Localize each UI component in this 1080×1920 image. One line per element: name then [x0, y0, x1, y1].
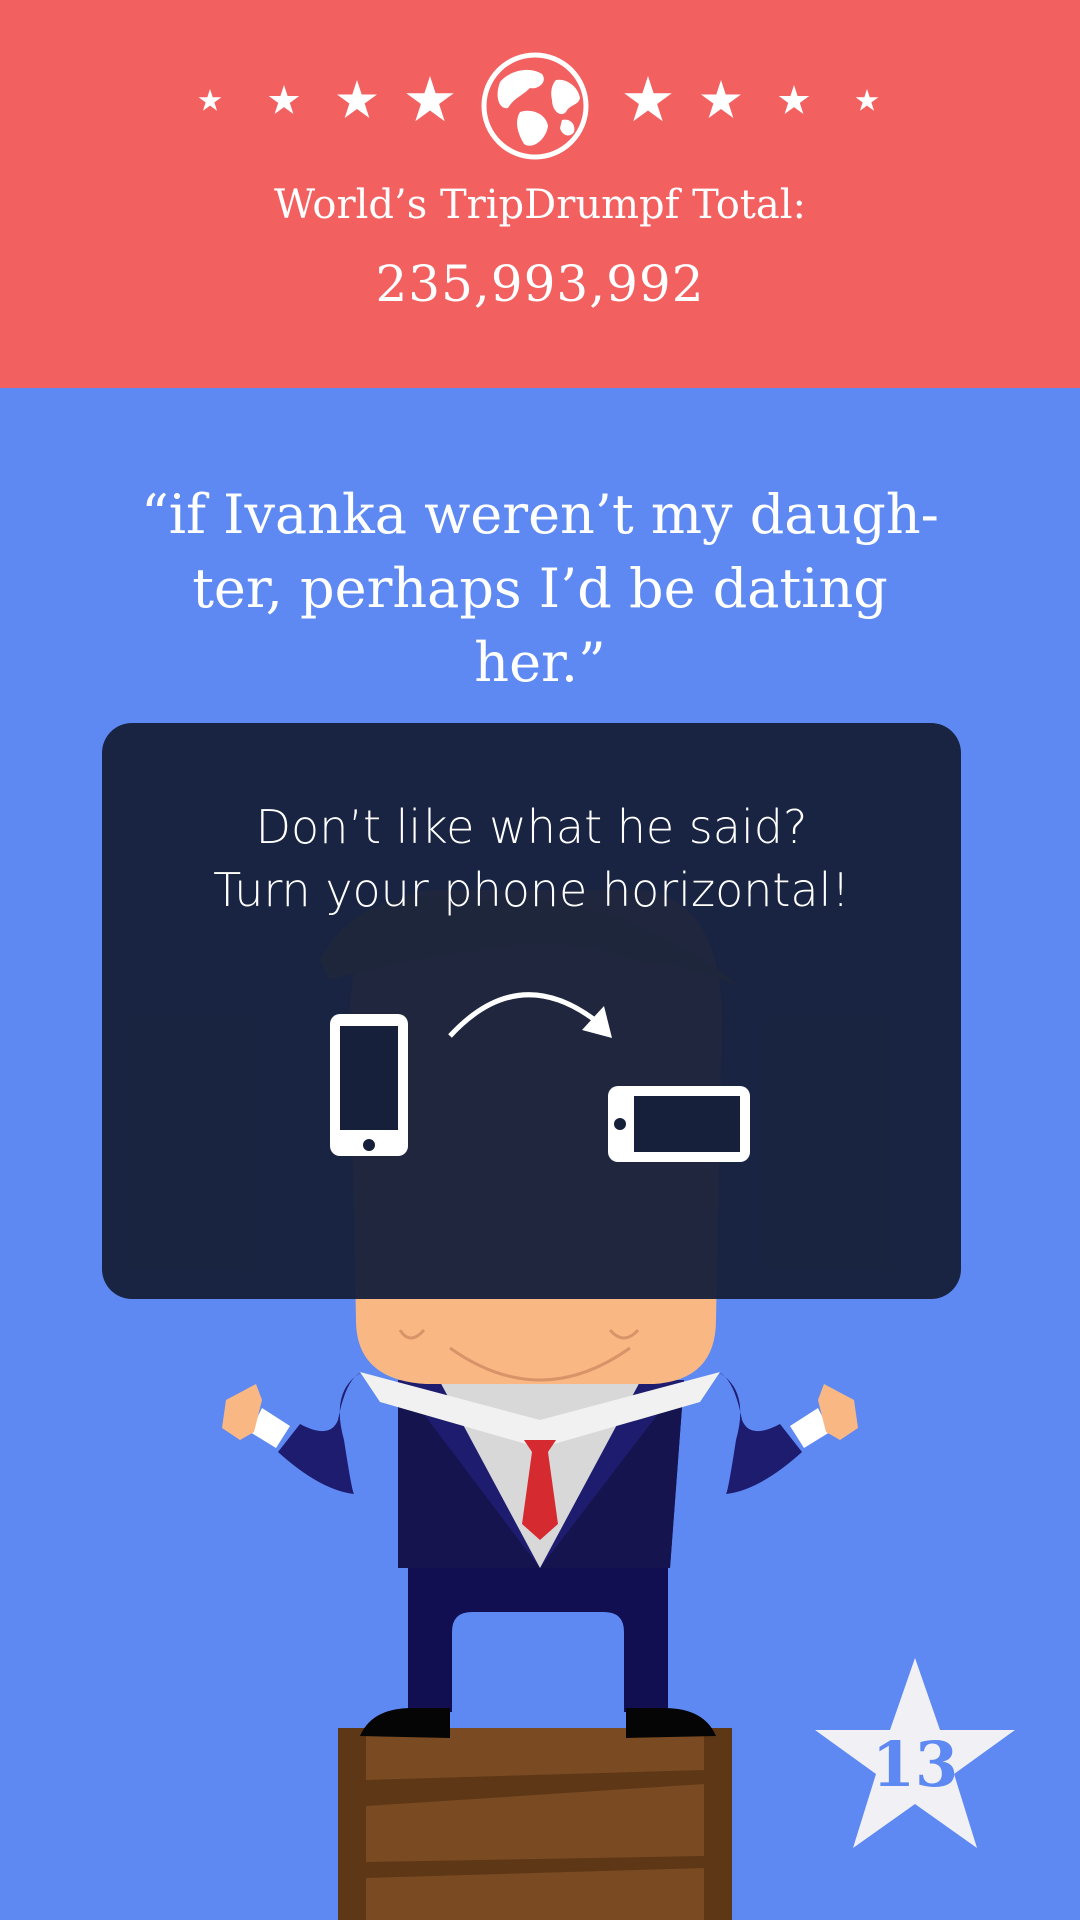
- star-icon: [701, 80, 741, 118]
- header-banner: World’s TripDrumpf Total: 235,993,992: [0, 0, 1080, 388]
- star-icon: [855, 89, 879, 111]
- globe-icon: [481, 52, 589, 160]
- trip-total-counter: 235,993,992: [375, 255, 705, 313]
- rotate-instruction-graphic: [312, 973, 772, 1193]
- character-torso: [360, 1372, 720, 1568]
- star-icon: [198, 89, 222, 111]
- character-legs: [360, 1565, 716, 1738]
- star-row: [198, 52, 879, 160]
- quote-text: “if Ivanka weren’t my daugh- ter, perhap…: [140, 478, 940, 700]
- overlay-question: Don’t like what he said?: [255, 800, 808, 854]
- header-title: World’s TripDrumpf Total:: [273, 182, 806, 228]
- level-number: 13: [871, 1728, 959, 1801]
- star-icon: [778, 85, 810, 114]
- star-icon: [337, 80, 377, 118]
- quote-line-1: “if Ivanka weren’t my daugh-: [141, 483, 939, 546]
- star-icon: [406, 76, 454, 122]
- quote-line-2: ter, perhaps I’d be dating her.”: [192, 557, 888, 694]
- star-icon: [268, 85, 300, 114]
- overlay-instruction: Turn your phone horizontal!: [213, 863, 850, 917]
- star-icon: [624, 76, 672, 122]
- wooden-crate: [338, 1728, 732, 1920]
- rotate-phone-overlay: Don’t like what he said? Turn your phone…: [102, 723, 961, 1299]
